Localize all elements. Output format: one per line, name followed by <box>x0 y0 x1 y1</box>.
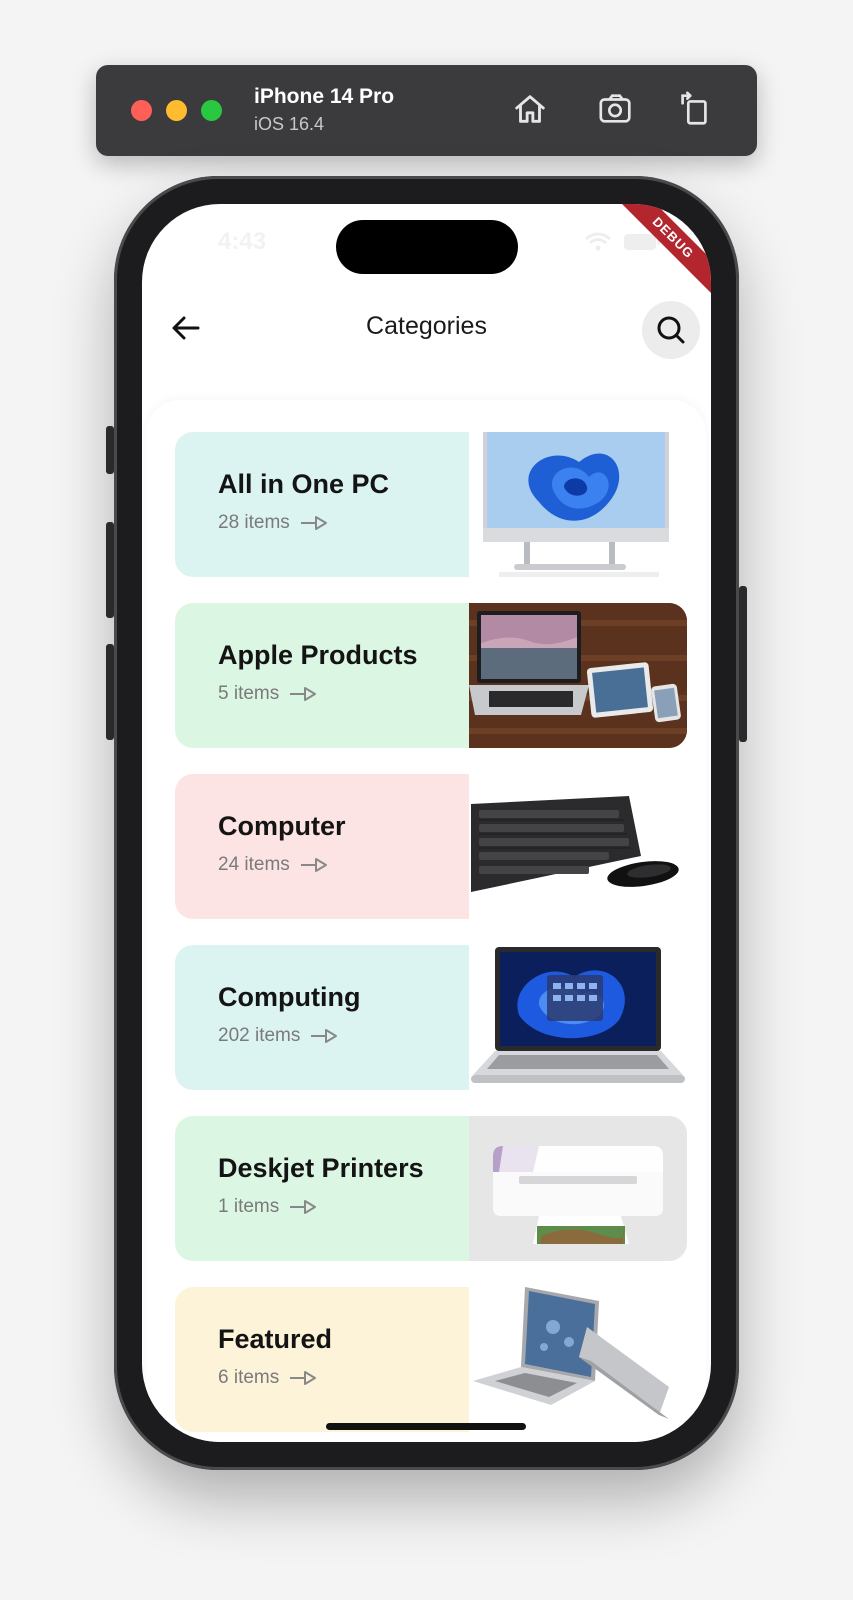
status-time: 4:43 <box>218 228 267 255</box>
minimize-window-button[interactable] <box>166 100 187 121</box>
all-in-one-pc-image <box>469 432 687 577</box>
category-name: Computing <box>218 982 361 1012</box>
category-card-info: Apple Products 5 items <box>175 603 469 748</box>
category-count-row: 5 items <box>218 683 469 705</box>
rotate-button[interactable] <box>672 87 716 131</box>
arrow-right-icon <box>290 1371 317 1385</box>
category-name: Apple Products <box>218 640 418 670</box>
category-card-info: Featured 6 items <box>175 1287 469 1432</box>
category-card-info: Computing 202 items <box>175 945 469 1090</box>
simulator-toolbar: iPhone 14 Pro iOS 16.4 <box>96 65 757 156</box>
category-list: All in One PC 28 items Apple Products 5 … <box>146 400 706 1442</box>
category-count-row: 202 items <box>218 1025 469 1047</box>
category-count: 28 items <box>218 512 290 533</box>
os-version: iOS 16.4 <box>254 114 325 134</box>
home-indicator[interactable] <box>326 1423 526 1430</box>
category-card-all-in-one-pc[interactable]: All in One PC 28 items <box>175 432 687 577</box>
volume-up-button <box>106 522 114 618</box>
page-title: Categories <box>366 312 487 340</box>
category-card-featured[interactable]: Featured 6 items <box>175 1287 687 1432</box>
category-count: 202 items <box>218 1025 301 1046</box>
volume-down-button <box>106 644 114 740</box>
category-card-computing[interactable]: Computing 202 items <box>175 945 687 1090</box>
printer-image <box>469 1116 687 1261</box>
search-button[interactable] <box>642 301 700 359</box>
phone-screen: 4:43 DEBUG Categories All in One PC 28 i… <box>142 204 711 1442</box>
category-name: All in One PC <box>218 469 390 499</box>
dynamic-island <box>336 220 518 274</box>
category-count: 24 items <box>218 854 290 875</box>
category-card-info: Computer 24 items <box>175 774 469 919</box>
home-icon <box>515 95 545 123</box>
silver-laptop-image <box>469 1287 687 1432</box>
wifi-icon <box>585 232 611 251</box>
keyboard-mouse-image <box>469 774 687 919</box>
category-card-deskjet-printers[interactable]: Deskjet Printers 1 items <box>175 1116 687 1261</box>
rotate-icon <box>681 91 707 125</box>
category-card-computer[interactable]: Computer 24 items <box>175 774 687 919</box>
category-card-info: Deskjet Printers 1 items <box>175 1116 469 1261</box>
search-icon <box>657 316 685 344</box>
category-name: Computer <box>218 811 346 841</box>
close-window-button[interactable] <box>131 100 152 121</box>
apple-products-image <box>469 603 687 748</box>
category-name: Deskjet Printers <box>218 1153 424 1183</box>
laptop-image <box>469 945 687 1090</box>
category-count: 5 items <box>218 683 280 704</box>
category-card-apple-products[interactable]: Apple Products 5 items <box>175 603 687 748</box>
power-button <box>739 586 747 742</box>
home-button[interactable] <box>508 87 552 131</box>
status-icons <box>585 232 661 252</box>
device-name: iPhone 14 Pro <box>254 85 395 108</box>
arrow-right-icon <box>300 858 327 872</box>
arrow-right-icon <box>300 516 327 530</box>
category-count-row: 1 items <box>218 1196 469 1218</box>
action-button <box>106 426 114 474</box>
arrow-right-icon <box>290 687 317 701</box>
category-count: 1 items <box>218 1196 280 1217</box>
category-card-info: All in One PC 28 items <box>175 432 469 577</box>
arrow-right-icon <box>290 1200 317 1214</box>
category-count-row: 24 items <box>218 854 469 876</box>
category-count-row: 6 items <box>218 1367 469 1389</box>
category-count: 6 items <box>218 1367 280 1388</box>
category-count-row: 28 items <box>218 512 469 534</box>
zoom-window-button[interactable] <box>201 100 222 121</box>
arrow-right-icon <box>311 1029 338 1043</box>
screenshot-icon <box>599 94 631 123</box>
category-name: Featured <box>218 1324 333 1354</box>
screenshot-button[interactable] <box>594 87 638 131</box>
